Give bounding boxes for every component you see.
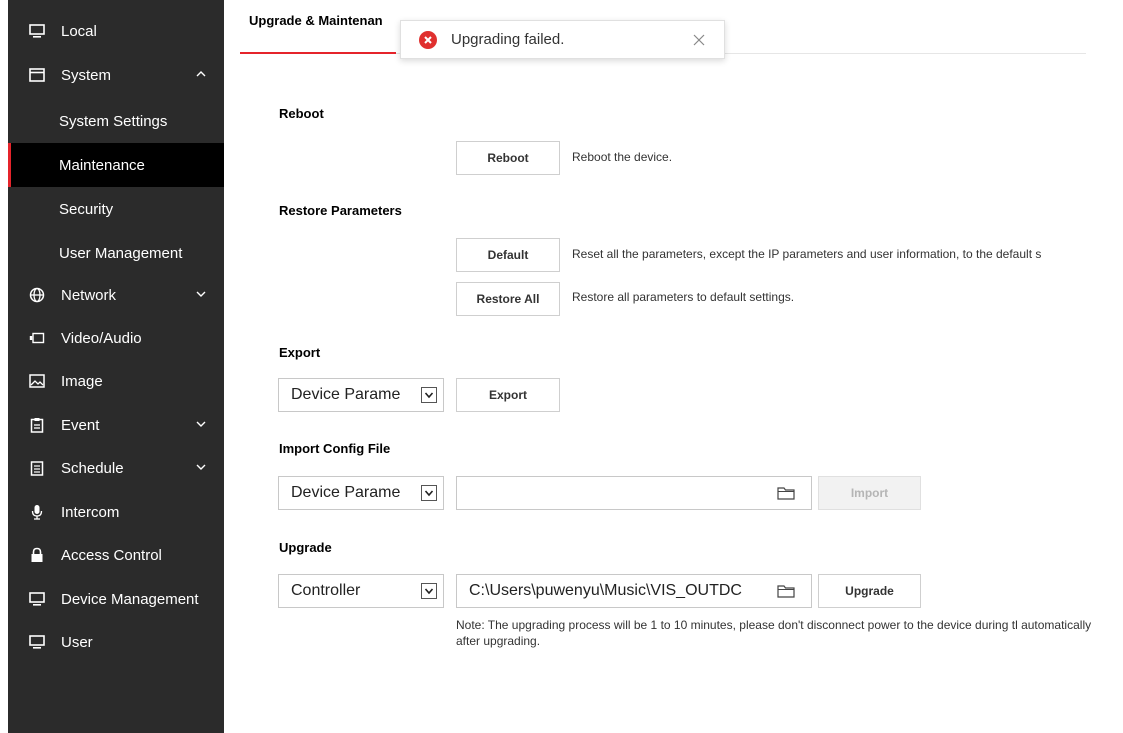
sidebar-item-network[interactable]: Network (8, 276, 224, 314)
sidebar-item-label: Video/Audio (61, 329, 142, 347)
upgrade-file-field[interactable]: C:\Users\puwenyu\Music\VIS_OUTDC (456, 574, 812, 608)
monitor-icon (28, 590, 46, 608)
folder-icon[interactable] (777, 584, 795, 598)
sidebar-item-maintenance[interactable]: Maintenance (8, 143, 224, 187)
folder-icon[interactable] (777, 486, 795, 500)
sidebar-item-label: User (61, 633, 93, 651)
sidebar-item-label: System Settings (59, 112, 168, 130)
sidebar-item-local[interactable]: Local (8, 12, 224, 50)
chevron-down-icon (196, 291, 206, 297)
sidebar-item-intercom[interactable]: Intercom (8, 493, 224, 531)
error-toast: Upgrading failed. (400, 20, 725, 59)
sidebar-item-label: Local (61, 22, 97, 40)
sidebar-item-label: Security (59, 200, 114, 218)
sidebar-item-label: Access Control (61, 546, 162, 564)
sidebar-item-access-control[interactable]: Access Control (8, 536, 224, 574)
sidebar-item-user-management[interactable]: User Management (8, 231, 224, 275)
chevron-down-icon (196, 464, 206, 470)
globe-icon (28, 286, 46, 304)
sidebar-item-image[interactable]: Image (8, 362, 224, 400)
sidebar-item-label: Maintenance (59, 156, 145, 174)
import-section-title: Import Config File (279, 441, 391, 456)
sidebar-item-system[interactable]: System (8, 56, 224, 94)
chevron-down-icon (196, 421, 206, 427)
chevron-down-icon (421, 583, 437, 599)
export-section-title: Export (279, 345, 321, 360)
export-type-select[interactable]: Device Parame (278, 378, 444, 412)
window-icon (28, 66, 46, 84)
sidebar-item-event[interactable]: Event (8, 406, 224, 444)
sidebar-item-device-management[interactable]: Device Management (8, 580, 224, 618)
import-type-select[interactable]: Device Parame (278, 476, 444, 510)
upgrade-button[interactable]: Upgrade (818, 574, 921, 608)
restore-all-button[interactable]: Restore All (456, 282, 560, 316)
camera-icon (28, 329, 46, 347)
default-button[interactable]: Default (456, 238, 560, 272)
upgrade-section-title: Upgrade (279, 540, 332, 555)
sidebar-item-label: Schedule (61, 459, 124, 477)
upgrade-type-select[interactable]: Controller (278, 574, 444, 608)
chevron-down-icon (421, 485, 437, 501)
upgrade-note: Note: The upgrading process will be 1 to… (456, 618, 1092, 648)
sidebar-item-label: User Management (59, 244, 183, 262)
sidebar-item-label: Image (61, 372, 103, 390)
chevron-up-icon (196, 71, 206, 77)
toast-message: Upgrading failed. (451, 31, 565, 48)
clipboard-icon (28, 416, 46, 434)
close-icon[interactable] (692, 33, 706, 47)
sidebar-item-label: System (61, 66, 112, 84)
sidebar-item-label: Intercom (61, 503, 120, 521)
import-type-value: Device Parame (291, 484, 401, 501)
monitor-icon (28, 633, 46, 651)
default-description: Reset all the parameters, except the IP … (572, 247, 1042, 261)
error-icon (419, 30, 437, 49)
sidebar-item-schedule[interactable]: Schedule (8, 449, 224, 487)
sidebar-item-label: Event (61, 416, 100, 434)
sidebar-item-system-settings[interactable]: System Settings (8, 99, 224, 143)
upgrade-file-path: C:\Users\puwenyu\Music\VIS_OUTDC (469, 582, 742, 599)
sidebar-item-user[interactable]: User (8, 623, 224, 661)
upgrade-type-value: Controller (291, 582, 361, 599)
sidebar: Local System System Settings Maintenance… (8, 0, 224, 733)
reboot-section-title: Reboot (279, 106, 324, 121)
export-type-value: Device Parame (291, 386, 401, 403)
lock-icon (28, 546, 46, 564)
restore-section-title: Restore Parameters (279, 203, 402, 218)
sidebar-item-video-audio[interactable]: Video/Audio (8, 319, 224, 357)
monitor-icon (28, 22, 46, 40)
import-file-field[interactable] (456, 476, 812, 510)
chevron-down-icon (421, 387, 437, 403)
sidebar-item-label: Network (61, 286, 117, 304)
reboot-description: Reboot the device. (572, 150, 673, 164)
restore-all-description: Restore all parameters to default settin… (572, 290, 795, 304)
reboot-button[interactable]: Reboot (456, 141, 560, 175)
calendar-icon (28, 459, 46, 477)
tab-upgrade-maintenance[interactable]: Upgrade & Maintenan (249, 0, 383, 40)
export-button[interactable]: Export (456, 378, 560, 412)
sidebar-item-security[interactable]: Security (8, 187, 224, 231)
tab-active-indicator (240, 52, 396, 54)
microphone-icon (28, 503, 46, 521)
image-icon (28, 372, 46, 390)
sidebar-item-label: Device Management (61, 590, 199, 608)
tab-label: Upgrade & Maintenan (249, 12, 383, 28)
import-button[interactable]: Import (818, 476, 921, 510)
